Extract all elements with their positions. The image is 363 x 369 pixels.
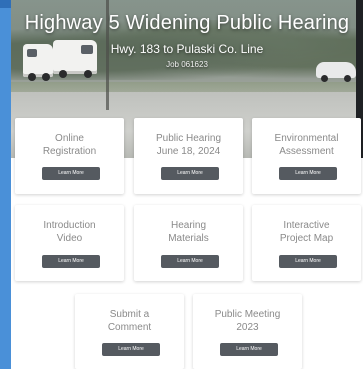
hero-job-number: Job 061623 (166, 60, 208, 69)
hero-title: Highway 5 Widening Public Hearing (24, 12, 350, 34)
card-title: Hearing Materials (168, 220, 209, 244)
card-title: Environmental Assessment (274, 133, 339, 157)
card-title: Interactive Project Map (279, 220, 334, 244)
card-title: Public Hearing June 18, 2024 (155, 133, 222, 157)
learn-more-button[interactable]: Learn More (102, 343, 160, 356)
card-public-meeting-2023[interactable]: Public Meeting 2023 Learn More (193, 294, 302, 369)
card-submit-comment[interactable]: Submit a Comment Learn More (75, 294, 184, 369)
card-introduction-video[interactable]: Introduction Video Learn More (15, 205, 124, 281)
card-hearing-materials[interactable]: Hearing Materials Learn More (134, 205, 243, 281)
learn-more-button[interactable]: Learn More (42, 255, 100, 268)
card-interactive-project-map[interactable]: Interactive Project Map Learn More (252, 205, 361, 281)
learn-more-button[interactable]: Learn More (279, 167, 337, 180)
card-environmental-assessment[interactable]: Environmental Assessment Learn More (252, 118, 361, 194)
card-public-hearing[interactable]: Public Hearing June 18, 2024 Learn More (134, 118, 243, 194)
left-accent-bar (0, 0, 11, 369)
card-title: Introduction Video (43, 220, 96, 244)
learn-more-button[interactable]: Learn More (42, 167, 100, 180)
learn-more-button[interactable]: Learn More (161, 167, 219, 180)
learn-more-button[interactable]: Learn More (161, 255, 219, 268)
hero-subtitle: Hwy. 183 to Pulaski Co. Line (110, 42, 264, 56)
learn-more-button[interactable]: Learn More (220, 343, 278, 356)
left-accent-bar-top (0, 0, 11, 8)
card-online-registration[interactable]: Online Registration Learn More (15, 118, 124, 194)
card-title: Public Meeting 2023 (214, 309, 281, 333)
card-title: Submit a Comment (107, 309, 152, 333)
card-title: Online Registration (42, 133, 97, 157)
learn-more-button[interactable]: Learn More (279, 255, 337, 268)
